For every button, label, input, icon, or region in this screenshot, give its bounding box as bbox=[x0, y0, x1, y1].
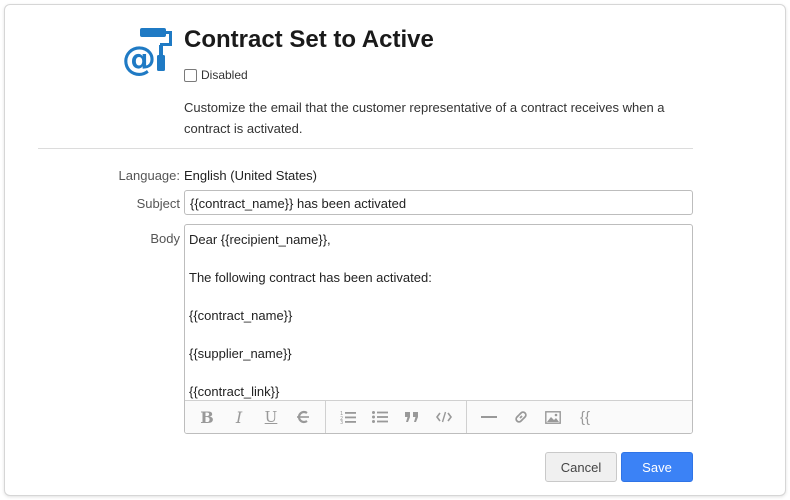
cancel-button[interactable]: Cancel bbox=[545, 452, 617, 482]
toolbar-format-group: B I U bbox=[185, 401, 325, 433]
bold-icon[interactable]: B bbox=[191, 403, 223, 431]
section-divider bbox=[38, 148, 693, 149]
body-line bbox=[189, 249, 688, 268]
subject-label: Subject bbox=[136, 196, 180, 211]
code-icon[interactable] bbox=[428, 403, 460, 431]
body-line: The following contract has been activate… bbox=[189, 270, 432, 285]
disabled-toggle[interactable]: Disabled bbox=[184, 68, 248, 82]
horizontal-rule-icon[interactable] bbox=[473, 403, 505, 431]
ordered-list-icon[interactable]: 1 2 3 bbox=[332, 403, 364, 431]
body-line: {{contract_link}} bbox=[189, 384, 280, 399]
editor-toolbar: B I U 1 2 3 {{ bbox=[185, 400, 692, 433]
save-button[interactable]: Save bbox=[621, 452, 693, 482]
body-line: {{supplier_name}} bbox=[189, 346, 292, 361]
bullet-list-icon[interactable] bbox=[364, 403, 396, 431]
image-icon[interactable] bbox=[537, 403, 569, 431]
italic-icon[interactable]: I bbox=[223, 403, 255, 431]
body-text-area[interactable]: Dear {{recipient_name}}, The following c… bbox=[185, 225, 692, 401]
underline-icon[interactable]: U bbox=[255, 403, 287, 431]
toolbar-block-group: 1 2 3 bbox=[326, 401, 466, 433]
disabled-checkbox[interactable] bbox=[184, 68, 197, 82]
email-brush-icon: @ bbox=[120, 24, 176, 80]
toolbar-insert-group: {{ bbox=[467, 401, 607, 433]
body-line bbox=[189, 363, 688, 382]
body-editor[interactable]: Dear {{recipient_name}}, The following c… bbox=[184, 224, 693, 434]
subject-input[interactable]: {{contract_name}} has been activated bbox=[184, 190, 693, 215]
body-line bbox=[189, 287, 688, 306]
template-description: Customize the email that the customer re… bbox=[184, 100, 665, 136]
language-label: Language: bbox=[118, 168, 180, 183]
body-line: Dear {{recipient_name}}, bbox=[189, 232, 331, 247]
link-icon[interactable] bbox=[505, 403, 537, 431]
variable-icon[interactable]: {{ bbox=[569, 403, 601, 431]
body-line bbox=[189, 325, 688, 344]
blockquote-icon[interactable] bbox=[396, 403, 428, 431]
svg-text:3: 3 bbox=[340, 420, 343, 424]
body-label: Body bbox=[150, 231, 180, 246]
disabled-label: Disabled bbox=[201, 68, 248, 82]
language-value: English (United States) bbox=[184, 168, 317, 183]
page-title: Contract Set to Active bbox=[184, 26, 434, 53]
svg-text:@: @ bbox=[122, 39, 156, 79]
strikethrough-icon[interactable] bbox=[287, 403, 319, 431]
body-line: {{contract_name}} bbox=[189, 308, 293, 323]
